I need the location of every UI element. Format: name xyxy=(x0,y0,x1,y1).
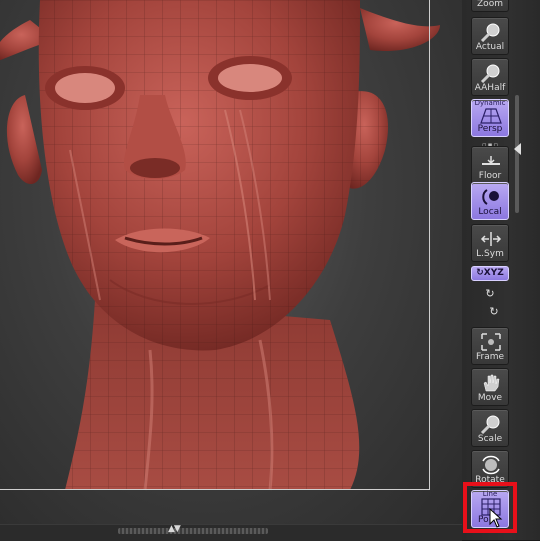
local-button[interactable]: Local xyxy=(471,182,509,220)
move-button[interactable]: Move xyxy=(471,368,509,406)
bottom-scroll-handle[interactable] xyxy=(118,528,268,534)
frame-icon xyxy=(481,333,501,351)
y-rotate-icon[interactable]: ↻ xyxy=(482,287,498,301)
symmetry-icon xyxy=(480,232,502,246)
mouse-cursor-icon xyxy=(489,508,503,528)
magnifier-icon xyxy=(480,23,500,42)
axis-icon: ↻ xyxy=(476,268,484,278)
magnifier-icon xyxy=(480,415,500,434)
aahalf-button[interactable]: AAHalf xyxy=(471,58,509,96)
xyz-axis-button[interactable]: ↻XYZ xyxy=(471,266,509,281)
rotate-button[interactable]: Rotate xyxy=(471,450,509,488)
persp-button[interactable]: Dynamic Persp xyxy=(471,99,509,137)
floor-icon xyxy=(482,156,500,165)
canvas-viewport[interactable] xyxy=(0,0,462,540)
head-model xyxy=(0,0,440,491)
frame-button[interactable]: Frame xyxy=(471,327,509,365)
hand-icon xyxy=(483,374,500,392)
floor-button[interactable]: Floor xyxy=(471,146,509,184)
bottom-scroll-strip[interactable]: ▲▼ xyxy=(0,524,462,541)
scale-button[interactable]: Scale xyxy=(471,409,509,447)
collapse-arrows-icon[interactable]: ▲▼ xyxy=(168,524,181,534)
lsym-button[interactable]: L.Sym xyxy=(471,224,509,262)
z-rotate-icon[interactable]: ↻ xyxy=(486,305,502,319)
rotate-icon xyxy=(482,455,500,475)
dock-expand-arrow-icon[interactable] xyxy=(514,143,521,155)
local-rotate-icon xyxy=(482,189,499,205)
actual-button[interactable]: Actual xyxy=(471,17,509,55)
zoom-button[interactable]: Zoom xyxy=(471,0,509,12)
magnifier-icon xyxy=(480,64,500,83)
